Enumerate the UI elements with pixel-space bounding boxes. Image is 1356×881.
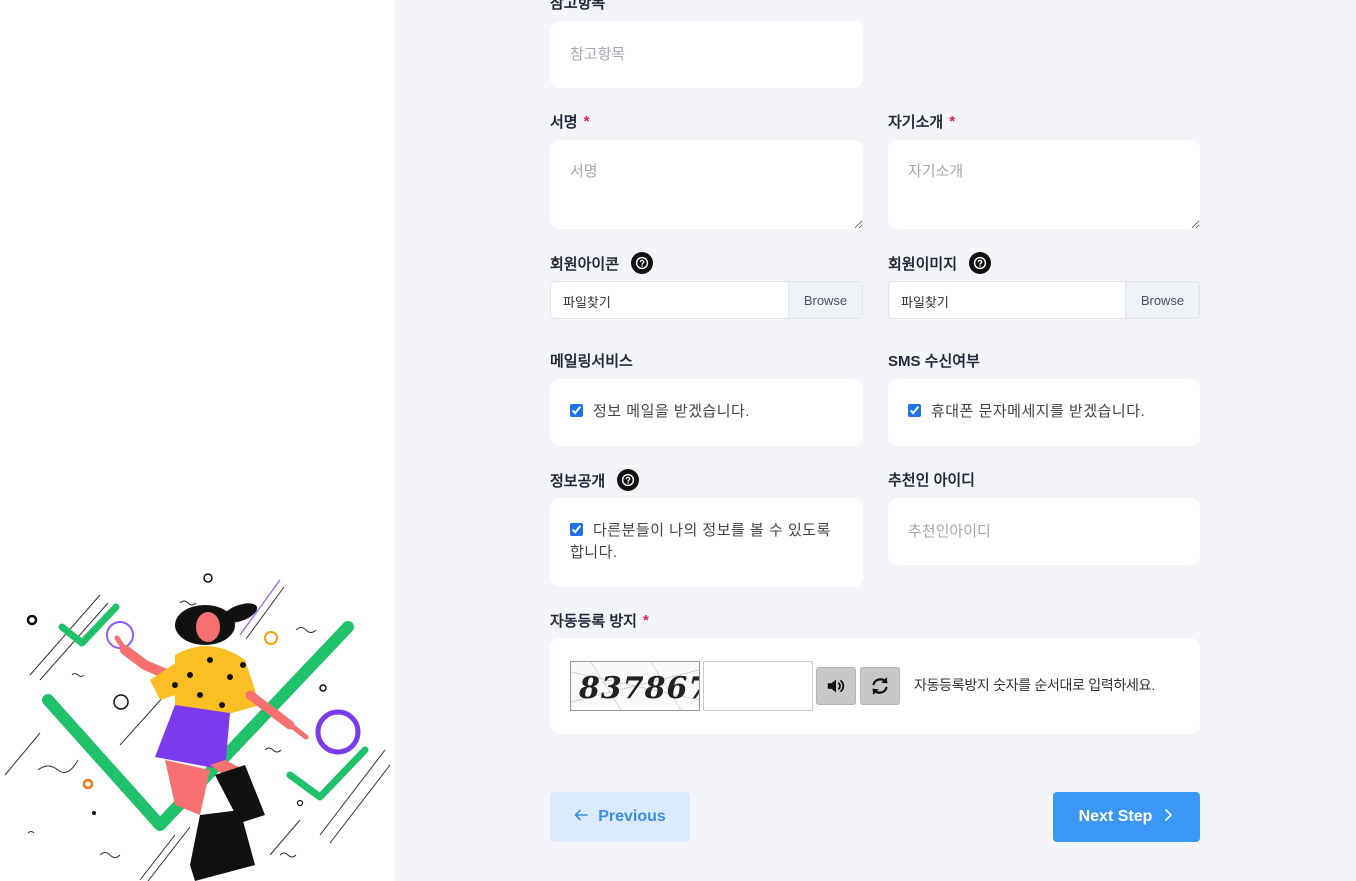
sms-checkbox-text: 휴대폰 문자메세지를 받겠습니다. (931, 403, 1146, 420)
captcha-input[interactable] (703, 661, 813, 711)
open-info-label: 정보공개 (550, 469, 640, 491)
recommender-input[interactable] (888, 498, 1200, 565)
member-icon-file-input[interactable]: 파일찾기 Browse (550, 281, 863, 319)
intro-textarea[interactable] (888, 140, 1200, 229)
member-icon-label-text: 회원아이콘 (550, 255, 620, 273)
open-info-box: 다른분들이 나의 정보를 볼 수 있도록 합니다. (550, 498, 863, 587)
open-info-checkbox[interactable] (570, 523, 583, 536)
next-step-button[interactable]: Next Step (1053, 792, 1200, 842)
member-image-label-text: 회원이미지 (888, 255, 958, 273)
chevron-right-icon (1164, 808, 1174, 827)
open-info-label-text: 정보공개 (550, 472, 606, 490)
signature-label-text: 서명 (550, 114, 578, 131)
sms-checkbox-row[interactable]: 휴대폰 문자메세지를 받겠습니다. (908, 401, 1180, 423)
sms-label-text: SMS 수신여부 (888, 353, 980, 370)
sms-checkbox[interactable] (908, 404, 921, 417)
signature-label: 서명 * (550, 111, 589, 132)
next-label: Next Step (1078, 808, 1153, 825)
captcha-label: 자동등록 방지 * (550, 610, 649, 631)
signature-textarea[interactable] (550, 140, 863, 229)
mailing-label-text: 메일링서비스 (550, 353, 633, 370)
required-marker: * (949, 113, 956, 130)
arrow-left-icon (574, 808, 589, 827)
previous-label: Previous (598, 808, 666, 825)
question-circle-icon[interactable] (617, 469, 640, 491)
member-image-file-input[interactable]: 파일찾기 Browse (888, 281, 1200, 319)
intro-label: 자기소개 * (888, 111, 955, 132)
member-icon-label: 회원아이콘 (550, 252, 654, 274)
captcha-image: 837867 (570, 661, 700, 711)
sms-box: 휴대폰 문자메세지를 받겠습니다. (888, 379, 1200, 446)
file-name-text: 파일찾기 (901, 295, 949, 310)
captcha-label-text: 자동등록 방지 (550, 613, 637, 630)
decorative-illustration (4, 573, 391, 881)
previous-button[interactable]: Previous (550, 792, 690, 842)
open-info-checkbox-row[interactable]: 다른분들이 나의 정보를 볼 수 있도록 합니다. (570, 520, 843, 564)
required-marker: * (583, 113, 590, 130)
mailing-box: 정보 메일을 받겠습니다. (550, 379, 863, 446)
mailing-checkbox-row[interactable]: 정보 메일을 받겠습니다. (570, 401, 843, 423)
reference-input[interactable] (550, 21, 863, 88)
mailing-checkbox[interactable] (570, 404, 583, 417)
captcha-instruction: 자동등록방지 숫자를 순서대로 입력하세요. (914, 677, 1155, 693)
intro-label-text: 자기소개 (888, 114, 944, 131)
open-info-checkbox-text: 다른분들이 나의 정보를 볼 수 있도록 합니다. (570, 522, 831, 561)
question-circle-icon[interactable] (969, 252, 992, 274)
left-panel (0, 0, 395, 881)
question-circle-icon[interactable] (631, 252, 654, 274)
mailing-checkbox-text: 정보 메일을 받겠습니다. (593, 403, 751, 420)
reference-label: 참고항목 (550, 0, 605, 13)
speaker-icon[interactable] (816, 667, 856, 705)
member-image-label: 회원이미지 (888, 252, 992, 274)
recommender-label-text: 추천인 아이디 (888, 472, 975, 489)
browse-button[interactable]: Browse (788, 282, 862, 318)
captcha-box: 837867 자동등록방지 숫자를 순서대로 입력하세요. (550, 638, 1200, 734)
recommender-label: 추천인 아이디 (888, 469, 975, 490)
sms-label: SMS 수신여부 (888, 350, 980, 371)
required-marker: * (642, 612, 649, 629)
refresh-icon[interactable] (860, 667, 900, 705)
file-name-text: 파일찾기 (563, 295, 611, 310)
captcha-digits: 837867 (578, 671, 699, 706)
browse-button[interactable]: Browse (1125, 282, 1199, 318)
reference-label-text: 참고항목 (550, 0, 606, 12)
form-panel (395, 0, 1356, 881)
mailing-label: 메일링서비스 (550, 350, 633, 371)
